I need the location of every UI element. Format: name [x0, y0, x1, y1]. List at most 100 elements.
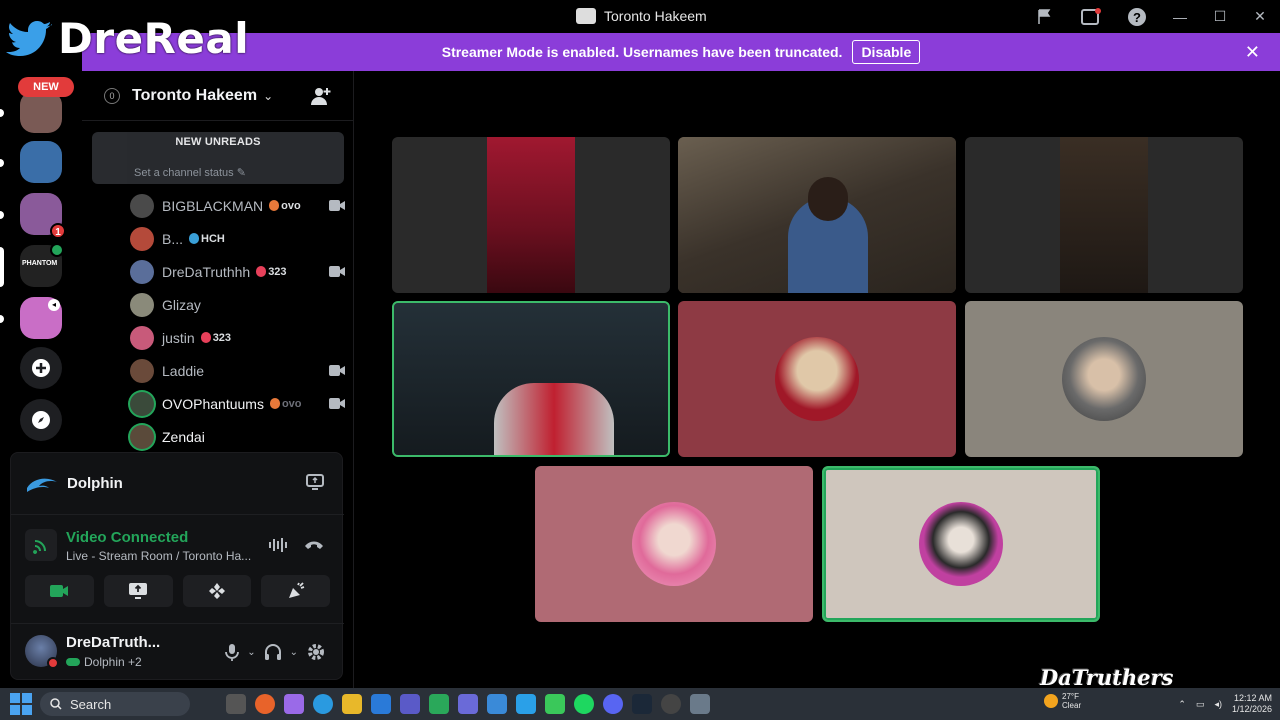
new-unreads-pill[interactable]: NEW UNREADS Set a channel status ✎ [92, 132, 344, 184]
headphones-icon[interactable] [264, 643, 282, 661]
voice-connection-row: Video Connected Live - Stream Room / Tor… [11, 515, 344, 573]
microphone-icon[interactable] [225, 643, 240, 661]
soundboard-button[interactable] [261, 575, 330, 607]
avatar [130, 358, 154, 383]
network-icon[interactable]: ▭ [1196, 699, 1205, 710]
channel-status-hint[interactable]: Set a channel status ✎ [134, 166, 246, 179]
activities-button[interactable] [182, 575, 252, 607]
xbox-icon[interactable] [429, 694, 449, 714]
signal-icon[interactable] [25, 529, 57, 561]
add-server-button[interactable] [20, 347, 62, 389]
discover-button[interactable] [20, 399, 62, 441]
disconnect-icon[interactable] [304, 539, 324, 551]
status-dnd-icon [47, 657, 59, 669]
voice-user-row[interactable]: DreDaTruthhh 323 [130, 255, 345, 288]
copilot-icon[interactable] [284, 694, 304, 714]
video-tile-2[interactable] [678, 137, 956, 293]
server-tag-badge: ovo [269, 398, 302, 410]
server-icon-5[interactable]: ◂ [20, 297, 62, 339]
taskbar-search[interactable]: Search [40, 692, 190, 716]
clock[interactable]: 12:12 AM 1/12/2026 [1232, 693, 1272, 715]
new-servers-pill[interactable]: NEW [18, 77, 74, 97]
screen-share-icon[interactable] [306, 473, 324, 491]
voice-status[interactable]: Video Connected [66, 529, 188, 546]
app-icon[interactable] [516, 694, 536, 714]
voice-user-row[interactable]: Zendai [130, 420, 345, 453]
app-icon[interactable] [545, 694, 565, 714]
gear-icon[interactable] [306, 642, 326, 662]
video-tile-4[interactable] [392, 301, 670, 457]
voice-user-row[interactable]: Laddie [130, 354, 345, 387]
activity-row: Dolphin [11, 453, 344, 515]
server-tag-text: ovo [281, 199, 301, 212]
selected-server-indicator [0, 247, 4, 287]
new-unreads-label: NEW UNREADS [175, 136, 261, 148]
server-indicator [0, 211, 4, 219]
weather-widget[interactable]: 27°F Clear [1044, 692, 1081, 710]
server-icon-phantom[interactable]: PHANTOM [20, 243, 64, 287]
avatar-tile-5[interactable] [678, 301, 956, 457]
help-icon[interactable]: ? [1122, 2, 1152, 32]
file-explorer-icon[interactable] [342, 694, 362, 714]
app-icon[interactable] [458, 694, 478, 714]
close-icon[interactable]: ✕ [1245, 42, 1260, 63]
person-silhouette [494, 383, 614, 455]
video-camera-icon [50, 585, 69, 597]
disable-streamer-mode-button[interactable]: Disable [852, 40, 921, 64]
steam-icon[interactable] [632, 694, 652, 714]
inbox-icon[interactable] [1076, 2, 1106, 32]
video-tile-3[interactable] [965, 137, 1243, 293]
video-tile-1[interactable] [392, 137, 670, 293]
avatar-tile-8[interactable] [822, 466, 1100, 622]
store-icon[interactable] [487, 694, 507, 714]
chevron-down-icon[interactable]: ⌄ [290, 647, 298, 658]
avatar [130, 226, 154, 251]
maximize-button[interactable]: ☐ [1200, 0, 1240, 33]
server-tag-text: 323 [212, 331, 232, 344]
discord-icon[interactable] [603, 694, 623, 714]
settings-icon[interactable] [690, 694, 710, 714]
avatar-tile-6[interactable] [965, 301, 1243, 457]
server-tag-text: HCH [201, 232, 225, 245]
minimize-button[interactable]: — [1160, 0, 1200, 33]
screen-share-icon [129, 583, 148, 599]
bird-icon [6, 20, 52, 56]
invite-people-icon[interactable] [310, 85, 332, 107]
server-icon-2[interactable] [20, 141, 62, 183]
outlook-icon[interactable] [371, 694, 391, 714]
voice-user-row[interactable]: BIGBLACKMAN ovo [130, 189, 345, 222]
voice-user-list: BIGBLACKMAN ovo B... HCH DreDaTruthhh 323 Gliz… [130, 189, 345, 453]
voice-user-row[interactable]: justin 323 [130, 321, 345, 354]
noise-suppression-icon[interactable] [268, 537, 288, 553]
edge-icon[interactable] [313, 694, 333, 714]
tag-icon [189, 233, 200, 244]
obs-icon[interactable] [661, 694, 681, 714]
voice-user-row[interactable]: OVOPhantuums ovo [130, 387, 345, 420]
volume-icon[interactable]: ◂) [1214, 699, 1222, 710]
camera-button[interactable] [25, 575, 94, 607]
server-icon-3[interactable]: 1 [20, 193, 66, 239]
user-name[interactable]: DreDaTruth... [66, 634, 160, 651]
avatar-tile-7[interactable] [535, 466, 813, 622]
firefox-icon[interactable] [255, 694, 275, 714]
task-view-icon[interactable] [226, 694, 246, 714]
voice-user-row[interactable]: Glizay [130, 288, 345, 321]
chevron-down-icon[interactable]: ⌄ [247, 647, 255, 658]
voice-channel-name[interactable]: Live - Stream Room / Toronto Ha... [66, 549, 251, 563]
voice-user-name: B... [162, 230, 184, 247]
close-window-button[interactable]: ✕ [1240, 0, 1280, 33]
video-stage [355, 71, 1280, 688]
voice-user-name: BIGBLACKMAN [162, 197, 264, 214]
flag-icon[interactable] [1030, 2, 1060, 32]
share-screen-button[interactable] [103, 575, 173, 607]
start-button[interactable] [10, 693, 32, 715]
avatar [130, 424, 154, 449]
server-icon-1[interactable] [20, 91, 62, 133]
voice-user-row[interactable]: B... HCH [130, 222, 345, 255]
spotify-icon[interactable] [574, 694, 594, 714]
chevron-up-icon[interactable]: ⌃ [1178, 699, 1186, 710]
teams-icon[interactable] [400, 694, 420, 714]
voice-user-name: DreDaTruthhh [162, 263, 251, 280]
voice-user-name: OVOPhantuums [162, 395, 264, 412]
server-header[interactable]: 0 Toronto Hakeem ⌄ [82, 71, 354, 121]
